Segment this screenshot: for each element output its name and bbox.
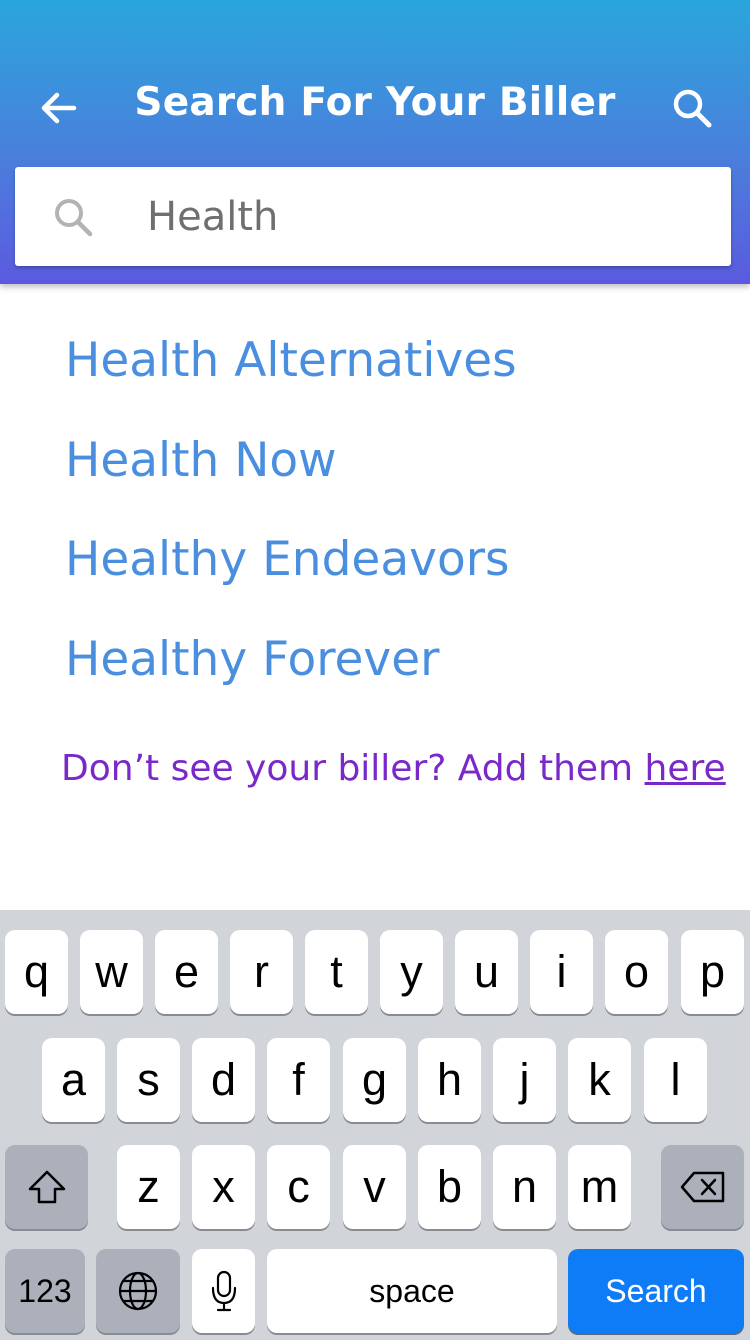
add-biller-link[interactable]: here bbox=[645, 748, 726, 789]
app-header: Search For Your Biller bbox=[0, 0, 750, 284]
key-w[interactable]: w bbox=[80, 930, 143, 1014]
key-v[interactable]: v bbox=[343, 1145, 406, 1229]
microphone-icon bbox=[211, 1270, 236, 1312]
key-z[interactable]: z bbox=[117, 1145, 180, 1229]
shift-icon bbox=[28, 1170, 65, 1204]
search-icon bbox=[673, 89, 712, 128]
key-c[interactable]: c bbox=[267, 1145, 330, 1229]
key-p[interactable]: p bbox=[681, 930, 744, 1014]
space-key[interactable]: space bbox=[267, 1249, 557, 1333]
key-y[interactable]: y bbox=[380, 930, 443, 1014]
key-x[interactable]: x bbox=[192, 1145, 255, 1229]
key-l[interactable]: l bbox=[644, 1038, 707, 1122]
key-n[interactable]: n bbox=[493, 1145, 556, 1229]
list-item[interactable]: Health Alternatives bbox=[65, 330, 517, 430]
key-m[interactable]: m bbox=[568, 1145, 631, 1229]
add-biller-text: Don’t see your biller? Add them bbox=[61, 748, 645, 789]
search-bar bbox=[15, 167, 731, 266]
key-j[interactable]: j bbox=[493, 1038, 556, 1122]
key-f[interactable]: f bbox=[267, 1038, 330, 1122]
search-input[interactable] bbox=[147, 185, 707, 249]
search-icon bbox=[55, 199, 93, 237]
key-k[interactable]: k bbox=[568, 1038, 631, 1122]
globe-icon bbox=[118, 1271, 158, 1311]
results-list: Health Alternatives Health Now Healthy E… bbox=[65, 330, 517, 728]
key-r[interactable]: r bbox=[230, 930, 293, 1014]
dictation-key[interactable] bbox=[192, 1249, 255, 1333]
numbers-key[interactable]: 123 bbox=[5, 1249, 85, 1333]
key-g[interactable]: g bbox=[343, 1038, 406, 1122]
key-o[interactable]: o bbox=[605, 930, 668, 1014]
list-item[interactable]: Healthy Endeavors bbox=[65, 529, 517, 629]
shift-key[interactable] bbox=[5, 1145, 88, 1229]
key-u[interactable]: u bbox=[455, 930, 518, 1014]
page-title: Search For Your Biller bbox=[134, 80, 616, 125]
key-a[interactable]: a bbox=[42, 1038, 105, 1122]
search-key[interactable]: Search bbox=[568, 1249, 744, 1333]
key-h[interactable]: h bbox=[418, 1038, 481, 1122]
backspace-icon bbox=[680, 1171, 724, 1203]
key-d[interactable]: d bbox=[192, 1038, 255, 1122]
key-b[interactable]: b bbox=[418, 1145, 481, 1229]
list-item[interactable]: Healthy Forever bbox=[65, 629, 517, 729]
key-s[interactable]: s bbox=[117, 1038, 180, 1122]
globe-key[interactable] bbox=[96, 1249, 180, 1333]
header-search-button[interactable] bbox=[664, 80, 720, 136]
add-biller-note: Don’t see your biller? Add them here bbox=[61, 748, 726, 789]
key-q[interactable]: q bbox=[5, 930, 68, 1014]
keyboard: q w e r t y u i o p a s d f g h j k l z … bbox=[0, 910, 750, 1340]
key-i[interactable]: i bbox=[530, 930, 593, 1014]
key-t[interactable]: t bbox=[305, 930, 368, 1014]
backspace-key[interactable] bbox=[661, 1145, 744, 1229]
key-e[interactable]: e bbox=[155, 930, 218, 1014]
list-item[interactable]: Health Now bbox=[65, 430, 517, 530]
